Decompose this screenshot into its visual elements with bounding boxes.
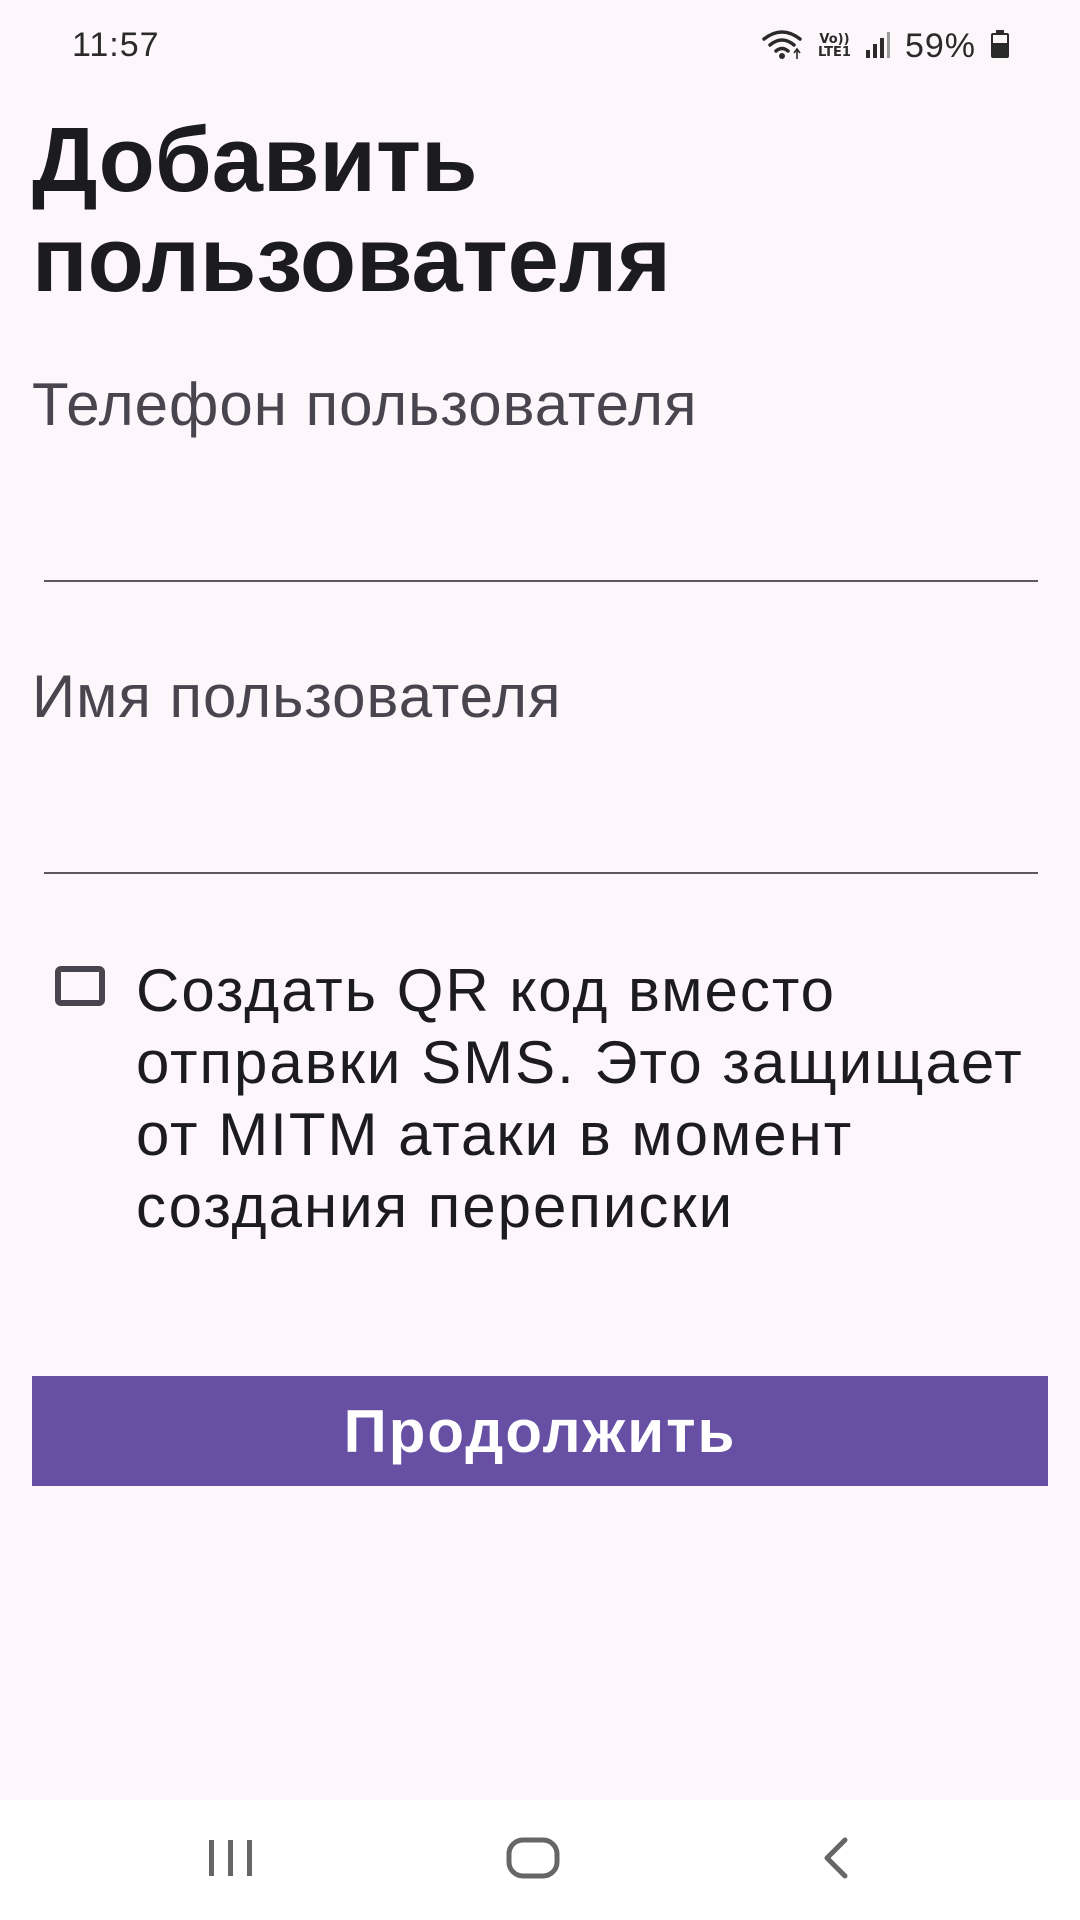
name-input[interactable] bbox=[44, 782, 1038, 842]
recents-button[interactable] bbox=[181, 1820, 281, 1900]
name-field[interactable]: Имя пользователя bbox=[32, 662, 1042, 882]
recents-icon bbox=[206, 1838, 256, 1883]
phone-field[interactable]: Телефон пользователя bbox=[32, 370, 1042, 590]
status-bar: 11:57 Vo)) LTE1 59% bbox=[0, 0, 1080, 96]
status-time: 11:57 bbox=[72, 26, 160, 64]
battery-icon bbox=[990, 29, 1010, 64]
qr-checkbox-label[interactable]: Создать QR код вместо отправки SMS. Это … bbox=[136, 955, 1036, 1243]
back-button[interactable] bbox=[785, 1820, 885, 1900]
phone-field-label: Телефон пользователя bbox=[32, 371, 698, 438]
volte-icon: Vo)) LTE1 bbox=[818, 33, 851, 59]
home-button[interactable] bbox=[483, 1820, 583, 1900]
home-icon bbox=[505, 1836, 561, 1885]
wifi-icon bbox=[760, 27, 804, 66]
name-field-underline bbox=[44, 872, 1038, 874]
signal-icon bbox=[865, 30, 891, 63]
status-icons: Vo)) LTE1 59% bbox=[760, 24, 1010, 68]
phone-field-underline bbox=[44, 580, 1038, 582]
volte-label-bottom: LTE1 bbox=[818, 45, 851, 60]
continue-button[interactable]: Продолжить bbox=[32, 1376, 1048, 1486]
phone-input[interactable] bbox=[44, 490, 1038, 550]
navigation-bar bbox=[0, 1800, 1080, 1920]
battery-percent: 59% bbox=[904, 26, 976, 65]
qr-checkbox[interactable] bbox=[55, 966, 105, 1006]
name-field-label: Имя пользователя bbox=[32, 663, 562, 730]
page-title: Добавить пользователя bbox=[32, 109, 671, 311]
back-icon bbox=[817, 1836, 853, 1885]
